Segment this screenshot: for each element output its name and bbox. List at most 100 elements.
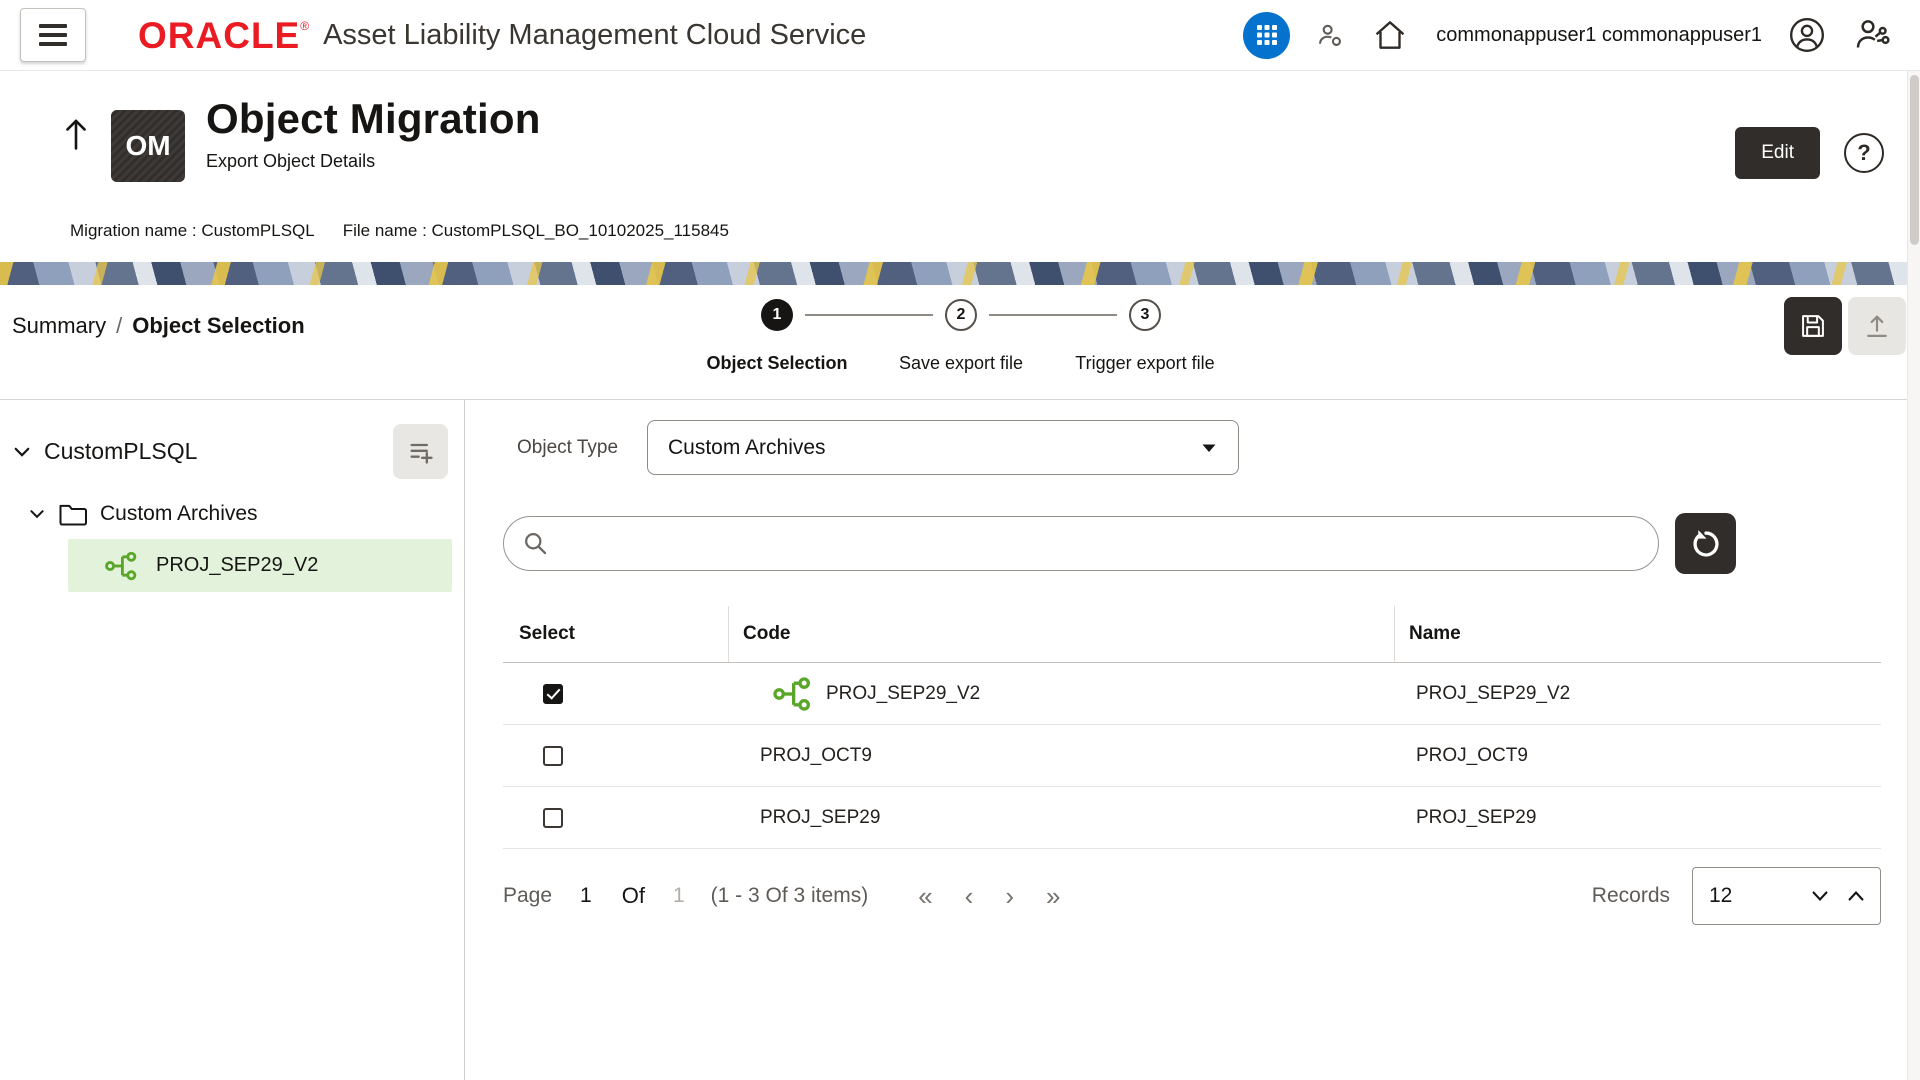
caret-down-icon <box>1200 441 1218 455</box>
scrollbar-thumb[interactable] <box>1910 75 1919 245</box>
wizard-stepper: 1 2 3 Object Selection Save export file … <box>761 299 1281 389</box>
tree-options-icon[interactable] <box>393 424 448 479</box>
pagination-nav: « ‹ › » <box>918 883 1060 909</box>
object-type-value: Custom Archives <box>668 436 826 460</box>
table-row[interactable]: PROJ_OCT9 PROJ_OCT9 <box>503 725 1881 787</box>
object-code: PROJ_SEP29 <box>760 807 880 829</box>
records-value: 12 <box>1709 884 1732 908</box>
topbar: ORACLE ® Asset Liability Management Clou… <box>0 0 1920 71</box>
object-type-select[interactable]: Custom Archives <box>647 420 1239 475</box>
page-of-label: Of <box>622 883 645 909</box>
name-cell: PROJ_SEP29 <box>1394 807 1881 829</box>
decorative-banner <box>0 262 1920 285</box>
objects-table: Select Code Name PROJ <box>503 606 1881 849</box>
step-actions <box>1784 297 1906 355</box>
object-flow-icon <box>772 674 812 714</box>
file-name-label: File name : CustomPLSQL_BO_10102025_1158… <box>343 221 729 241</box>
code-cell: PROJ_SEP29_V2 <box>728 674 1394 714</box>
name-cell: PROJ_OCT9 <box>1394 745 1881 767</box>
object-type-label: Object Type <box>517 437 633 459</box>
help-icon[interactable]: ? <box>1844 133 1884 173</box>
back-up-arrow-icon[interactable] <box>62 117 90 154</box>
previous-page-icon[interactable]: ‹ <box>965 883 974 909</box>
module-badge: OM <box>111 110 185 182</box>
table-header-row: Select Code Name <box>503 606 1881 663</box>
user-name: commonappuser1 commonappuser1 <box>1436 24 1762 47</box>
migration-name-label: Migration name : CustomPLSQL <box>70 221 315 241</box>
chevron-down-icon[interactable] <box>28 505 46 523</box>
user-management-icon[interactable] <box>1852 15 1894 55</box>
tree-root-row[interactable]: CustomPLSQL <box>0 424 464 479</box>
name-cell: PROJ_SEP29_V2 <box>1394 683 1881 705</box>
edit-button[interactable]: Edit <box>1735 127 1820 179</box>
refresh-glyph <box>1690 528 1722 560</box>
table-row[interactable]: PROJ_SEP29 PROJ_SEP29 <box>503 787 1881 849</box>
page-header: OM Object Migration Export Object Detail… <box>0 71 1920 262</box>
search-icon <box>522 530 549 557</box>
object-flow-icon <box>104 549 138 583</box>
search-box[interactable] <box>503 516 1659 571</box>
step-2-label: Save export file <box>899 353 1023 374</box>
grid-glyph <box>1256 24 1278 46</box>
records-label: Records <box>1592 884 1670 908</box>
breadcrumb-summary[interactable]: Summary <box>12 313 106 339</box>
search-input[interactable] <box>561 532 1640 555</box>
row-checkbox[interactable] <box>543 684 563 704</box>
tree-item-selected[interactable]: PROJ_SEP29_V2 <box>68 539 452 592</box>
hamburger-line <box>39 42 67 46</box>
page-title: Object Migration <box>206 95 541 143</box>
topbar-right: commonappuser1 commonappuser1 <box>1243 12 1894 59</box>
code-cell: PROJ_OCT9 <box>728 745 1394 767</box>
row-checkbox[interactable] <box>543 746 563 766</box>
next-page-icon[interactable]: › <box>1005 883 1014 909</box>
select-cell <box>503 808 728 828</box>
tree-folder-row[interactable]: Custom Archives <box>0 501 464 527</box>
records-per-page-select[interactable]: 12 <box>1692 867 1881 925</box>
title-block: Object Migration Export Object Details <box>206 95 541 172</box>
step-3-label: Trigger export file <box>1075 353 1214 374</box>
hamburger-menu-button[interactable] <box>20 8 86 62</box>
oracle-logo-text: ORACLE <box>138 17 300 54</box>
export-upload-icon <box>1848 297 1906 355</box>
hamburger-line <box>39 33 67 37</box>
oracle-logo: ORACLE ® <box>138 17 309 54</box>
step-2-circle[interactable]: 2 <box>945 299 977 331</box>
meta-row: Migration name : CustomPLSQL File name :… <box>70 221 729 241</box>
vertical-scrollbar[interactable] <box>1907 71 1920 1080</box>
step-1-label: Object Selection <box>706 353 847 374</box>
breadcrumb-current: Object Selection <box>132 313 304 339</box>
home-icon[interactable] <box>1370 16 1410 54</box>
breadcrumb-separator: / <box>116 313 122 339</box>
user-settings-icon[interactable] <box>1316 21 1344 49</box>
first-page-icon[interactable]: « <box>918 883 932 909</box>
refresh-icon[interactable] <box>1675 513 1736 574</box>
main-panel: Object Type Custom Archives <box>465 400 1920 1080</box>
chevron-down-icon[interactable] <box>12 442 32 462</box>
total-pages: 1 <box>673 884 685 908</box>
pagination-bar: Page 1 Of 1 (1 - 3 Of 3 items) « ‹ › » R… <box>503 867 1881 925</box>
tree-folder-label[interactable]: Custom Archives <box>100 502 258 526</box>
avatar-icon[interactable] <box>1788 16 1826 54</box>
tree-item-label[interactable]: PROJ_SEP29_V2 <box>156 554 318 577</box>
column-header-select: Select <box>503 606 728 662</box>
records-increase-chevron-up-icon[interactable] <box>1846 889 1866 903</box>
page-number-input[interactable]: 1 <box>580 884 592 908</box>
apps-grid-icon[interactable] <box>1243 12 1290 59</box>
save-icon[interactable] <box>1784 297 1842 355</box>
step-1-circle[interactable]: 1 <box>761 299 793 331</box>
step-3-circle[interactable]: 3 <box>1129 299 1161 331</box>
column-header-name: Name <box>1394 606 1881 662</box>
records-decrease-chevron-down-icon[interactable] <box>1810 889 1830 903</box>
app-title: Asset Liability Management Cloud Service <box>323 19 866 52</box>
breadcrumb: Summary / Object Selection <box>12 313 305 339</box>
search-row <box>503 513 1920 574</box>
last-page-icon[interactable]: » <box>1046 883 1060 909</box>
object-code: PROJ_OCT9 <box>760 745 872 767</box>
table-row[interactable]: PROJ_SEP29_V2 PROJ_SEP29_V2 <box>503 663 1881 725</box>
row-checkbox[interactable] <box>543 808 563 828</box>
tree-root-label[interactable]: CustomPLSQL <box>44 438 197 465</box>
step-connector <box>989 314 1117 316</box>
records-group: Records 12 <box>1592 867 1881 925</box>
step-connector <box>805 314 933 316</box>
page-label: Page <box>503 884 552 908</box>
